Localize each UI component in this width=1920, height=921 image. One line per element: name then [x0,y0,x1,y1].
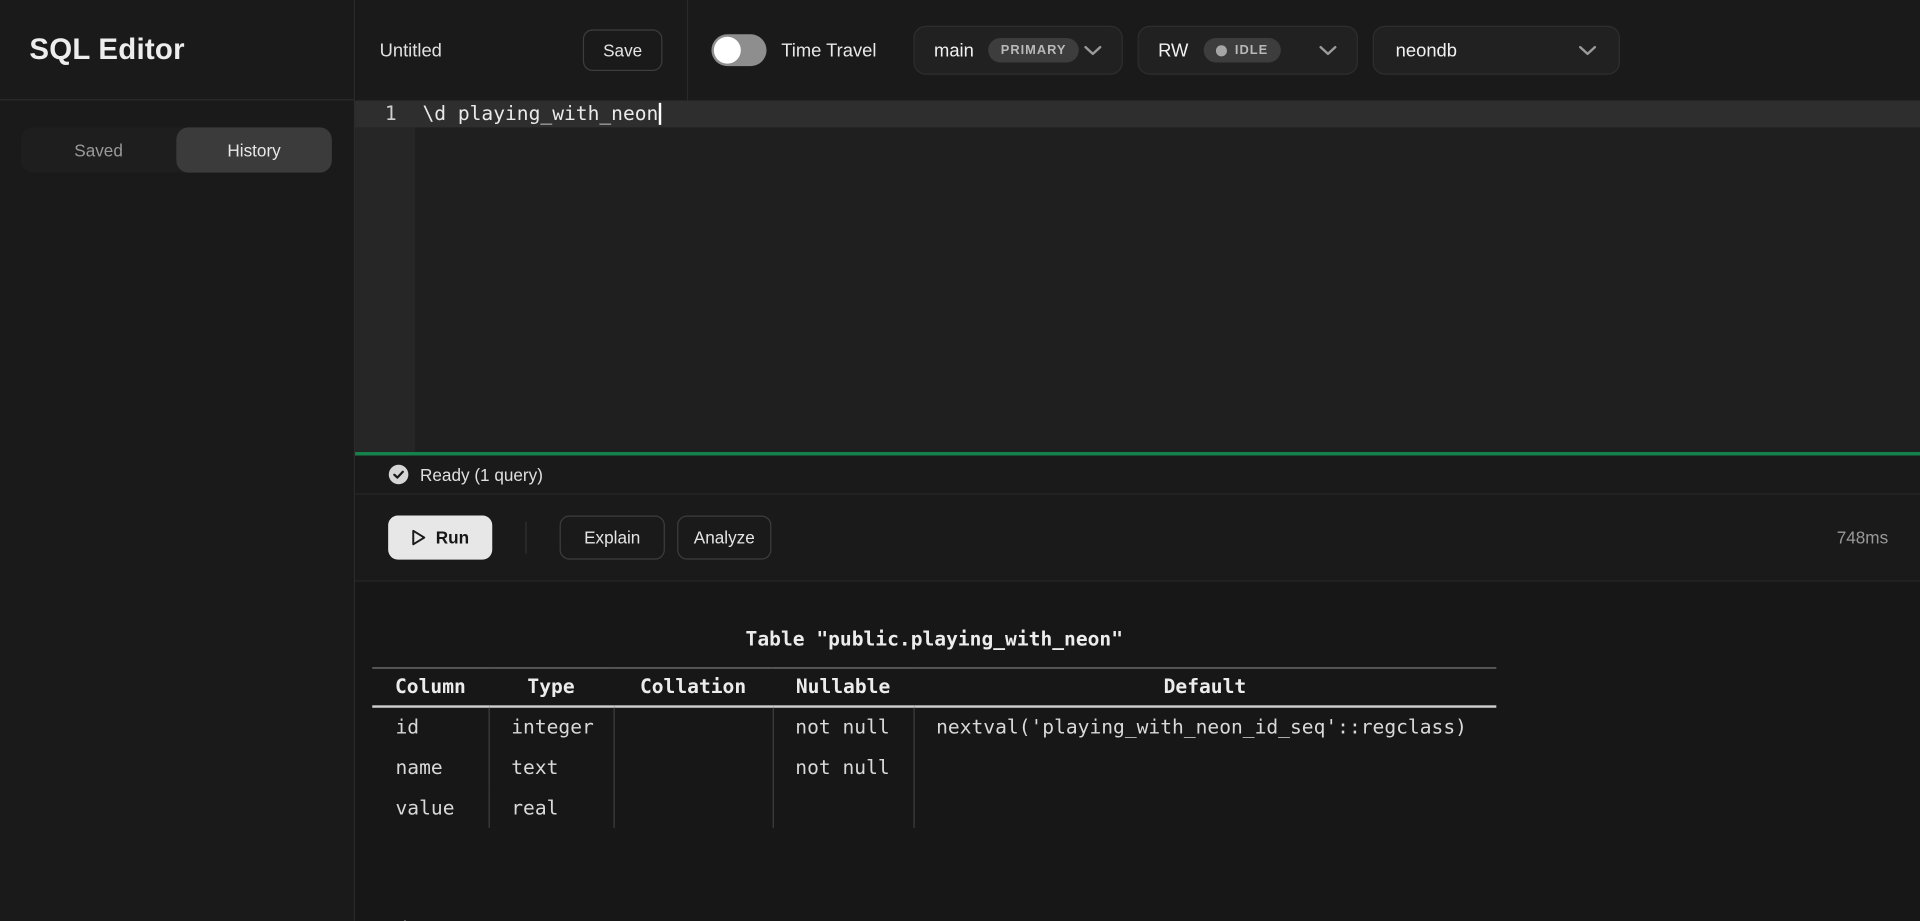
explain-button[interactable]: Explain [560,516,665,560]
cell: not null [773,746,914,786]
check-circle-icon [388,464,409,485]
cell [913,746,1496,786]
toggle-knob-icon [714,37,741,64]
cell [613,706,772,746]
status-bar: Ready (1 query) [355,456,1920,494]
cell [613,746,772,786]
result-table: Column Type Collation Nullable Default i… [372,667,1496,827]
column-header: Type [489,668,614,706]
compute-select[interactable]: RW IDLE [1137,26,1357,75]
tab-saved[interactable]: Saved [21,127,177,172]
database-name: neondb [1396,40,1457,61]
compute-status-badge: IDLE [1203,38,1280,62]
branch-select[interactable]: main PRIMARY [913,26,1122,75]
table-row: value real [372,787,1496,827]
cell: value [372,787,488,827]
code-text: \d playing_with_neon [415,100,661,127]
app: SQL Editor Saved History Untitled Save T… [0,0,1920,921]
cell [913,787,1496,827]
result-header-row: Column Type Collation Nullable Default [372,668,1496,706]
save-button[interactable]: Save [583,29,663,71]
cell: name [372,746,488,786]
sidebar-header: SQL Editor [0,0,354,100]
result-table-title: Table "public.playing_with_neon" [372,629,1496,649]
actions-bar: Run Explain Analyze 748ms [355,495,1920,581]
sql-editor[interactable]: 1 \d playing_with_neon [355,100,1920,451]
cell: id [372,706,488,746]
run-label: Run [436,528,469,548]
database-select[interactable]: neondb [1372,26,1619,75]
primary-badge: PRIMARY [989,38,1079,62]
time-travel-toggle[interactable] [711,34,766,66]
cell: nextval('playing_with_neon_id_seq'::regc… [913,706,1496,746]
status-dot-icon [1215,45,1226,56]
cell: real [489,787,614,827]
topbar-divider [687,0,688,100]
time-travel-label: Time Travel [781,40,876,61]
run-button[interactable]: Run [388,516,492,560]
editor-gutter [355,100,415,451]
results-panel: Table "public.playing_with_neon" Column … [355,582,1920,921]
play-icon [411,529,426,546]
saved-history-tabs: Saved History [21,127,332,172]
page-title: SQL Editor [29,32,184,66]
chevron-down-icon [1083,45,1101,56]
query-duration: 748ms [1837,528,1888,548]
indexes-block: Indexes: "playing_with_neon_pkey" PRIMAR… [372,827,1920,921]
topbar: Untitled Save Time Travel main PRIMARY R… [355,0,1920,100]
column-header: Collation [613,668,772,706]
query-title[interactable]: Untitled [380,40,583,61]
cell: not null [773,706,914,746]
cell: integer [489,706,614,746]
indexes-label: Indexes: [372,908,1920,921]
compute-name: RW [1158,40,1188,61]
compute-status-label: IDLE [1235,43,1268,58]
table-row: id integer not null nextval('playing_wit… [372,706,1496,746]
line-number: 1 [355,100,415,127]
actions-divider [525,522,526,554]
column-header: Column [372,668,488,706]
tab-history[interactable]: History [176,127,332,172]
table-row: name text not null [372,746,1496,786]
column-header: Nullable [773,668,914,706]
chevron-down-icon [1319,45,1337,56]
column-header: Default [913,668,1496,706]
cell [773,787,914,827]
analyze-button[interactable]: Analyze [677,516,771,560]
branch-name: main [934,40,974,61]
sidebar: SQL Editor Saved History [0,0,355,921]
cell: text [489,746,614,786]
status-message: Ready (1 query) [420,465,543,485]
main-area: Untitled Save Time Travel main PRIMARY R… [355,0,1920,921]
chevron-down-icon [1578,45,1596,56]
cell [613,787,772,827]
editor-line-1[interactable]: 1 \d playing_with_neon [355,100,1920,127]
text-cursor [658,102,660,124]
